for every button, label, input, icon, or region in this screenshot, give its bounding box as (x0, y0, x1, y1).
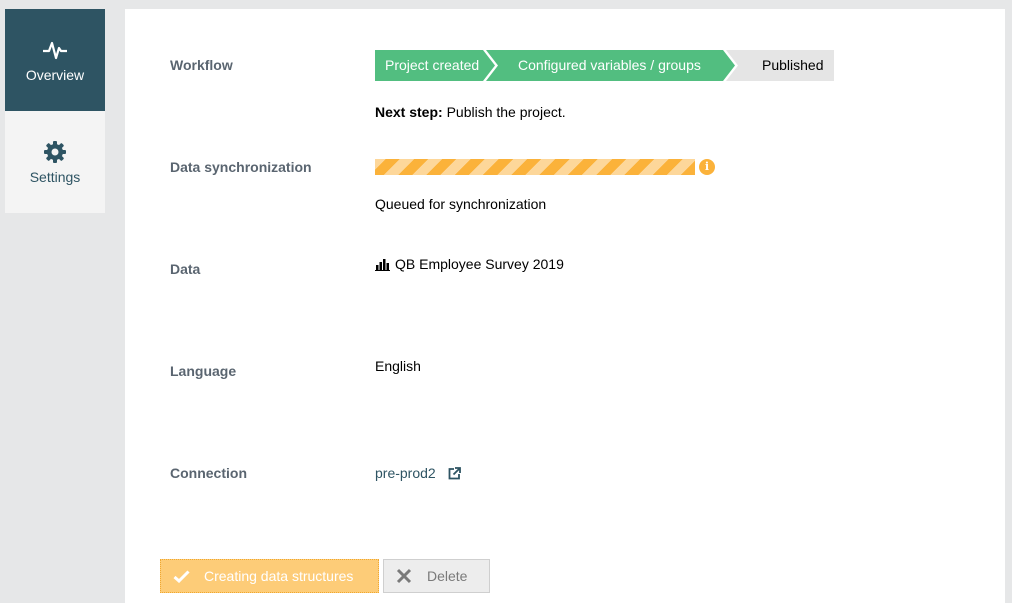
data-source-name: QB Employee Survey 2019 (395, 256, 564, 272)
workflow-step-project-created: Project created (375, 50, 495, 81)
language-value: English (375, 358, 421, 374)
sidebar: Overview Settings (5, 9, 105, 213)
connection-label: Connection (170, 465, 247, 481)
sidebar-item-overview[interactable]: Overview (5, 9, 105, 111)
connection-value: pre-prod2 (375, 465, 461, 481)
workflow-step-configured: Configured variables / groups (486, 50, 735, 81)
bar-chart-icon (375, 258, 390, 271)
next-step-text: Publish the project. (446, 104, 566, 120)
next-step: Next step: Publish the project. (375, 104, 566, 120)
external-link-icon[interactable] (448, 466, 461, 480)
sync-status: Queued for synchronization (375, 196, 547, 212)
language-label: Language (170, 363, 237, 379)
sidebar-item-settings[interactable]: Settings (5, 111, 105, 213)
delete-button[interactable]: Delete (383, 559, 490, 593)
button-label: Delete (427, 568, 468, 584)
check-icon (173, 569, 190, 583)
sidebar-item-label: Settings (29, 169, 81, 185)
connection-link[interactable]: pre-prod2 (375, 465, 436, 481)
creating-data-structures-button[interactable]: Creating data structures (160, 559, 379, 593)
data-value: QB Employee Survey 2019 (375, 256, 564, 272)
overview-panel: Workflow Project created Configured vari… (125, 9, 1005, 603)
info-icon[interactable]: i (699, 159, 715, 175)
close-icon (396, 568, 412, 584)
pulse-icon (42, 37, 68, 63)
workflow-label: Workflow (170, 57, 233, 73)
next-step-prefix: Next step: (375, 104, 443, 120)
button-label: Creating data structures (204, 568, 354, 584)
sync-progress-bar (375, 159, 695, 175)
workflow-steps: Project created Configured variables / g… (375, 50, 834, 81)
data-label: Data (170, 261, 201, 277)
sync-label: Data synchronization (170, 159, 312, 175)
workflow-step-published: Published (726, 50, 834, 81)
sidebar-item-label: Overview (25, 67, 85, 83)
gear-icon (43, 139, 67, 165)
